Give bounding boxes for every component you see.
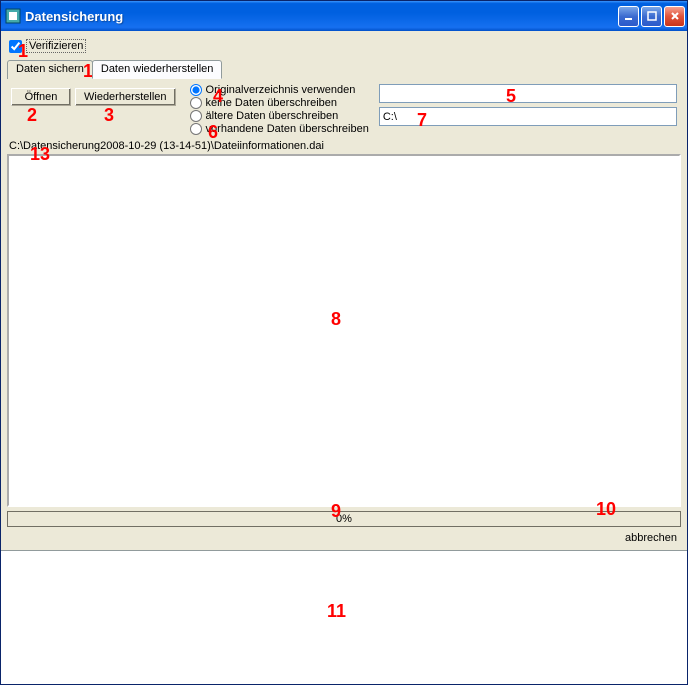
path-fields [379, 84, 677, 130]
window: Datensicherung Verifizieren Daten sicher… [0, 0, 688, 685]
radio-overwrite-older[interactable] [190, 110, 202, 122]
bottom-panel [1, 550, 687, 684]
restore-button[interactable]: Wiederherstellen [75, 88, 176, 106]
tab-data-backup[interactable]: Daten sichern [7, 60, 93, 79]
titlebar: Datensicherung [1, 1, 687, 31]
progress-row: 0% [7, 511, 681, 527]
window-title: Datensicherung [25, 9, 618, 24]
radio-overwrite-existing[interactable] [190, 123, 202, 135]
verify-label: Verifizieren [26, 39, 86, 53]
tabstrip: Daten sichern Daten wiederherstellen [7, 59, 681, 78]
client-area: Verifizieren Daten sichern Daten wiederh… [1, 31, 687, 550]
app-icon [5, 8, 21, 24]
progress-text: 0% [336, 513, 352, 525]
path-input-2[interactable] [379, 107, 677, 126]
restore-panel: Öffnen Wiederherstellen Originalverzeich… [7, 78, 681, 138]
file-list[interactable] [7, 154, 681, 507]
close-button[interactable] [664, 6, 685, 27]
window-controls [618, 6, 685, 27]
current-file-path: C:\Datensicherung2008-10-29 (13-14-51)\D… [9, 140, 681, 152]
radio-original-dir-label: Originalverzeichnis verwenden [206, 84, 356, 96]
verify-row: Verifizieren [9, 39, 681, 53]
overwrite-options: Originalverzeichnis verwenden keine Date… [190, 84, 369, 136]
progress-bar: 0% [7, 511, 681, 527]
tab-panel: Öffnen Wiederherstellen Originalverzeich… [7, 78, 681, 138]
radio-overwrite-older-label: ältere Daten überschreiben [206, 110, 339, 122]
tab-data-restore[interactable]: Daten wiederherstellen [92, 60, 223, 79]
open-button[interactable]: Öffnen [11, 88, 71, 106]
radio-no-overwrite[interactable] [190, 97, 202, 109]
minimize-button[interactable] [618, 6, 639, 27]
radio-original-dir[interactable] [190, 84, 202, 96]
cancel-button[interactable]: abbrechen [625, 532, 677, 544]
radio-overwrite-existing-label: vorhandene Daten überschreiben [206, 123, 369, 135]
radio-no-overwrite-label: keine Daten überschreiben [206, 97, 337, 109]
maximize-button[interactable] [641, 6, 662, 27]
verify-checkbox[interactable] [9, 40, 22, 53]
path-input-1[interactable] [379, 84, 677, 103]
